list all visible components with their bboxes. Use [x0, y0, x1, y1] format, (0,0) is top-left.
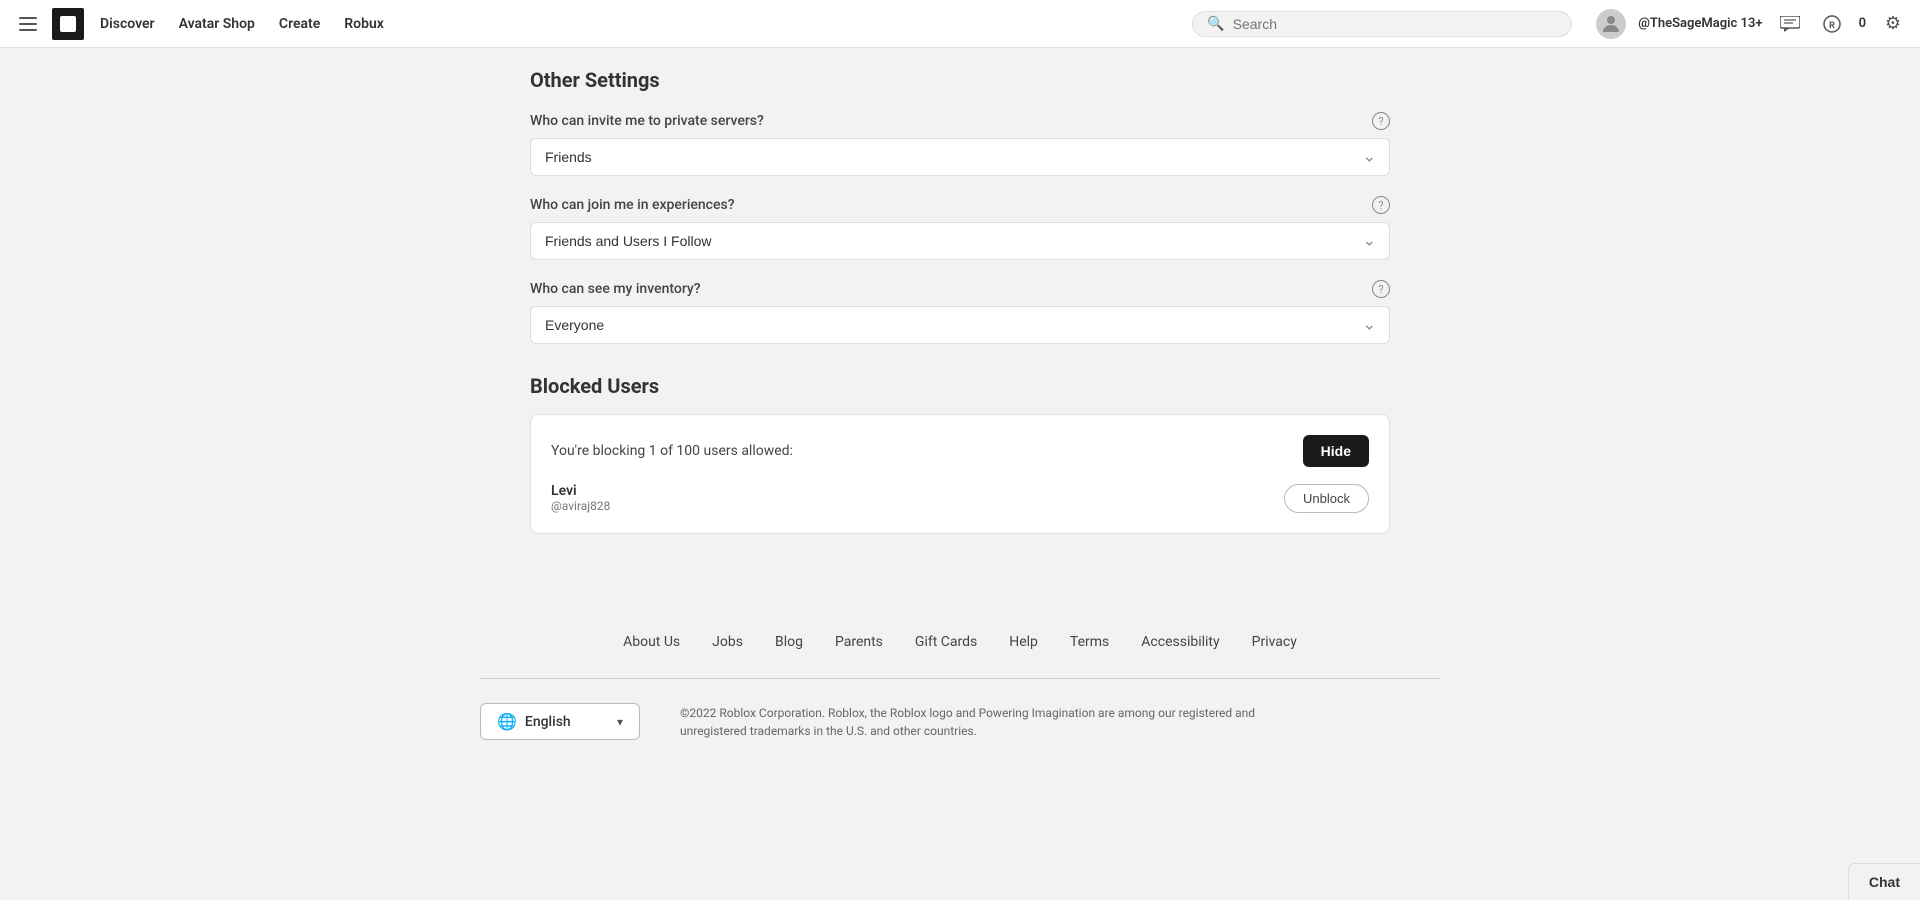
footer-privacy[interactable]: Privacy	[1252, 634, 1297, 650]
blocked-users-title: Blocked Users	[530, 374, 1390, 398]
roblox-logo	[52, 8, 84, 40]
join-experiences-label: Who can join me in experiences?	[530, 197, 735, 213]
robux-count: 0	[1859, 16, 1866, 31]
private-servers-select[interactable]: Friends	[530, 138, 1390, 176]
footer-terms[interactable]: Terms	[1070, 634, 1109, 650]
see-inventory-label: Who can see my inventory?	[530, 281, 701, 297]
footer-links: About Us Jobs Blog Parents Gift Cards He…	[480, 634, 1440, 650]
avatar	[1596, 9, 1626, 39]
nav-avatar-shop[interactable]: Avatar Shop	[179, 16, 255, 32]
nav-robux[interactable]: Robux	[344, 16, 384, 32]
footer-blog[interactable]: Blog	[775, 634, 803, 650]
footer-jobs[interactable]: Jobs	[712, 634, 743, 650]
join-experiences-select[interactable]: Friends and Users I Follow	[530, 222, 1390, 260]
nav-discover[interactable]: Discover	[100, 16, 155, 32]
footer-help[interactable]: Help	[1009, 634, 1038, 650]
private-servers-help-icon[interactable]: ?	[1372, 112, 1390, 130]
join-experiences-help-icon[interactable]: ?	[1372, 196, 1390, 214]
nav-right-section: @TheSageMagic 13+ R 0 ⚙	[1596, 9, 1908, 39]
blocked-user-handle: @aviraj828	[551, 499, 1268, 513]
footer-about-us[interactable]: About Us	[623, 634, 680, 650]
footer-parents[interactable]: Parents	[835, 634, 883, 650]
see-inventory-select[interactable]: Everyone	[530, 306, 1390, 344]
nav-create[interactable]: Create	[279, 16, 320, 32]
username-label: @TheSageMagic 13+	[1638, 16, 1762, 31]
language-label: English	[525, 714, 571, 730]
private-servers-label: Who can invite me to private servers?	[530, 113, 764, 129]
blocked-user-row: Levi @aviraj828 Unblock	[551, 483, 1369, 513]
join-experiences-select-wrapper: Friends and Users I Follow	[530, 222, 1390, 260]
blocked-users-header: You're blocking 1 of 100 users allowed: …	[551, 435, 1369, 467]
join-experiences-setting: Who can join me in experiences? ? Friend…	[530, 196, 1390, 260]
settings-gear-icon[interactable]: ⚙	[1878, 9, 1908, 39]
robux-icon[interactable]: R	[1817, 9, 1847, 39]
chat-button[interactable]: Chat	[1848, 863, 1920, 900]
language-selector[interactable]: 🌐 English ▾	[480, 703, 640, 740]
copyright-text: ©2022 Roblox Corporation. Roblox, the Ro…	[680, 704, 1280, 740]
search-icon: 🔍	[1207, 16, 1224, 32]
other-settings-title: Other Settings	[530, 68, 1390, 92]
main-nav-links: Discover Avatar Shop Create Robux	[100, 16, 384, 32]
search-input[interactable]	[1233, 16, 1558, 32]
footer-gift-cards[interactable]: Gift Cards	[915, 634, 977, 650]
hide-blocked-users-button[interactable]: Hide	[1303, 435, 1369, 467]
chevron-down-icon: ▾	[617, 715, 623, 729]
see-inventory-help-icon[interactable]: ?	[1372, 280, 1390, 298]
chat-notifications-button[interactable]	[1775, 9, 1805, 39]
blocked-users-count-text: You're blocking 1 of 100 users allowed:	[551, 443, 793, 459]
footer: About Us Jobs Blog Parents Gift Cards He…	[460, 634, 1460, 760]
see-inventory-setting: Who can see my inventory? ? Everyone	[530, 280, 1390, 344]
navbar: Discover Avatar Shop Create Robux 🔍 @The…	[0, 0, 1920, 48]
blocked-user-info: Levi @aviraj828	[551, 483, 1268, 513]
footer-bottom: 🌐 English ▾ ©2022 Roblox Corporation. Ro…	[480, 703, 1440, 760]
search-bar[interactable]: 🔍	[1192, 11, 1572, 37]
blocked-users-section: Blocked Users You're blocking 1 of 100 u…	[530, 374, 1390, 534]
see-inventory-select-wrapper: Everyone	[530, 306, 1390, 344]
unblock-button[interactable]: Unblock	[1284, 484, 1369, 513]
private-servers-setting: Who can invite me to private servers? ? …	[530, 112, 1390, 176]
footer-divider	[480, 678, 1440, 679]
svg-text:R: R	[1829, 21, 1835, 31]
footer-accessibility[interactable]: Accessibility	[1141, 634, 1219, 650]
blocked-users-card: You're blocking 1 of 100 users allowed: …	[530, 414, 1390, 534]
globe-icon: 🌐	[497, 712, 517, 731]
main-content: Other Settings Who can invite me to priv…	[510, 0, 1410, 574]
private-servers-select-wrapper: Friends	[530, 138, 1390, 176]
blocked-user-name: Levi	[551, 483, 1268, 499]
hamburger-menu-button[interactable]	[12, 8, 44, 40]
